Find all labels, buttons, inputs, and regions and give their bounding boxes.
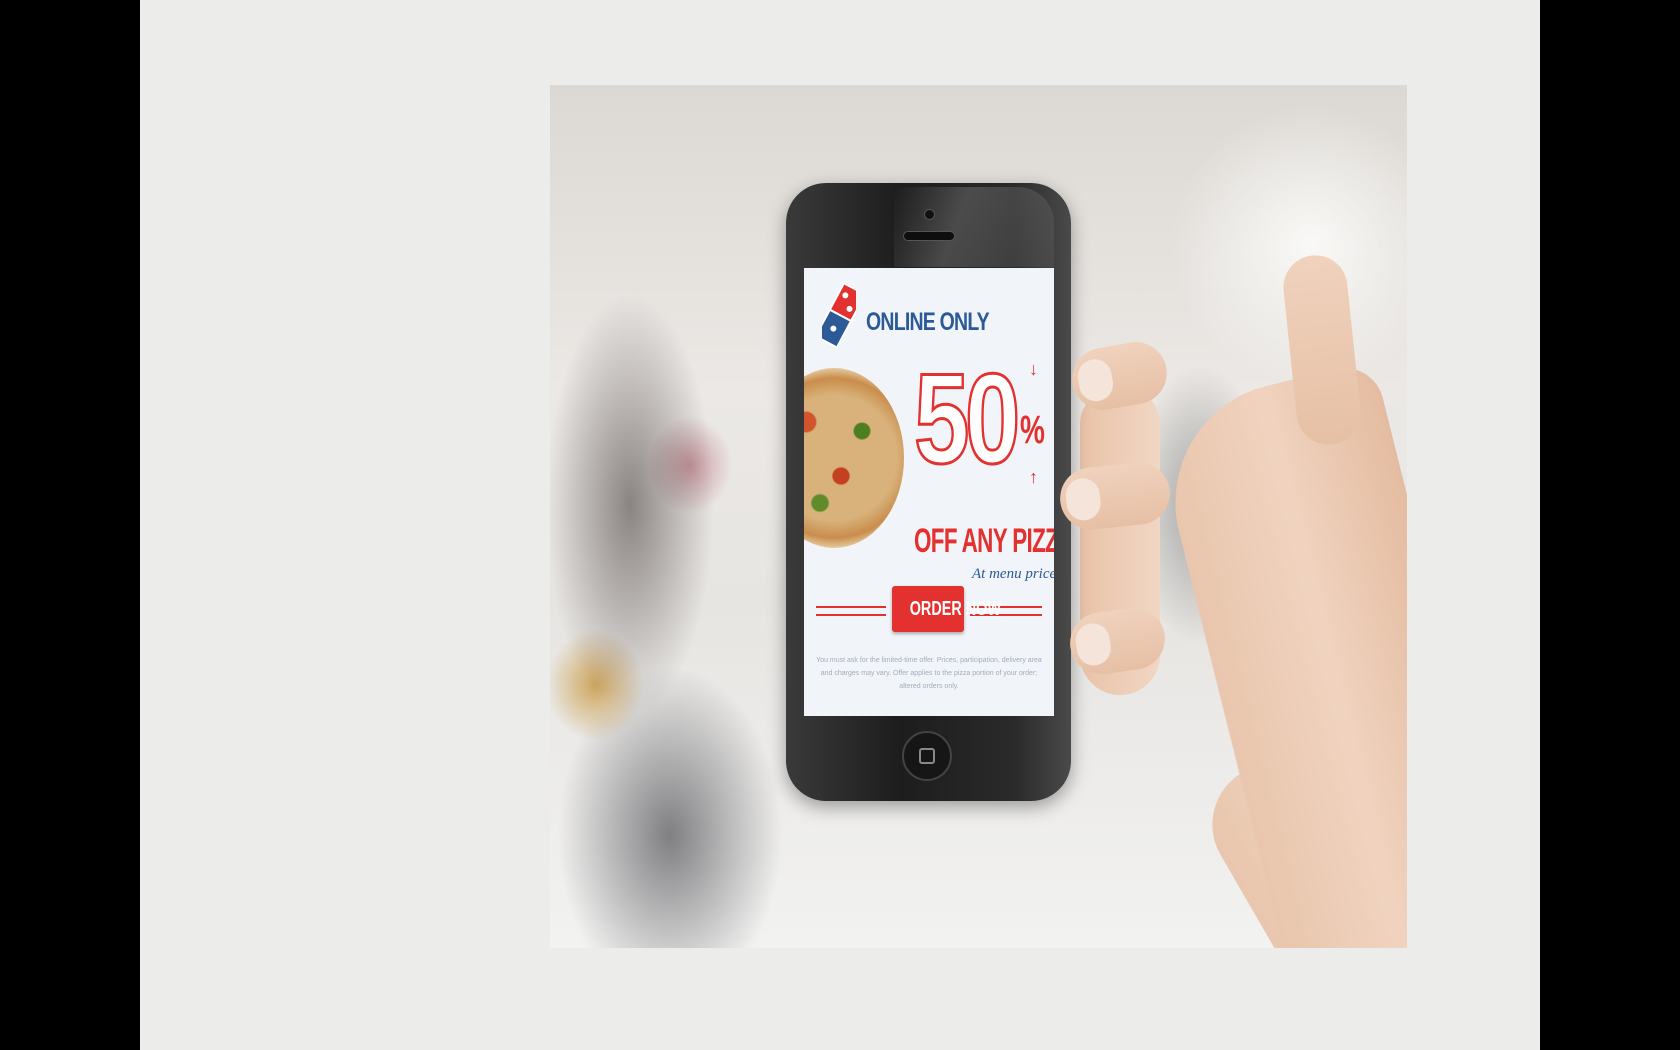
arrow-down-icon: ↓ [1029, 359, 1038, 379]
fine-print: You must ask for the limited-time offer.… [816, 657, 1042, 690]
video-frame: ONLINE ONLY 50 ↓ % ↑ OFF ANY PIZZA At me… [0, 0, 1680, 1050]
smartphone: ONLINE ONLY 50 ↓ % ↑ OFF ANY PIZZA At me… [786, 183, 1071, 801]
percent-sign: % [1020, 408, 1045, 452]
palm [1150, 359, 1407, 948]
arrow-up-icon: ↑ [1029, 467, 1038, 487]
phone-screen-ad: ONLINE ONLY 50 ↓ % ↑ OFF ANY PIZZA At me… [804, 268, 1054, 716]
fingernail [1074, 356, 1116, 404]
domino-logo-icon [822, 283, 856, 349]
order-now-button[interactable]: ORDER NOW [892, 586, 1001, 632]
divider-left [816, 606, 886, 616]
fingernail [1064, 476, 1103, 523]
discount-number: 50 [913, 348, 1022, 491]
home-button [902, 731, 952, 781]
finger-ring [1067, 337, 1172, 415]
pizza-image [804, 368, 904, 548]
headline-online-only: ONLINE ONLY [866, 308, 990, 336]
offer-text: OFF ANY PIZZA [914, 522, 1054, 560]
speaker-grille [903, 231, 955, 241]
menu-price-note: At menu price [972, 566, 1054, 582]
front-camera-icon [924, 209, 935, 220]
fingernail [1073, 621, 1113, 668]
phone-glare [894, 187, 1054, 267]
photo-hand-holding-phone: ONLINE ONLY 50 ↓ % ↑ OFF ANY PIZZA At me… [550, 85, 1407, 948]
home-button-icon [919, 748, 935, 764]
slide-background: ONLINE ONLY 50 ↓ % ↑ OFF ANY PIZZA At me… [140, 0, 1540, 1050]
